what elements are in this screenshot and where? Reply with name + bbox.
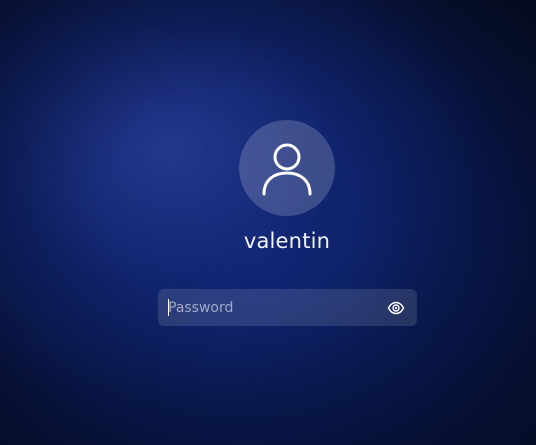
password-field-container[interactable] <box>158 289 417 326</box>
user-silhouette-icon <box>262 143 312 196</box>
username-label: valentin <box>243 229 331 253</box>
background-vignette <box>0 0 536 445</box>
eye-icon[interactable] <box>387 299 405 317</box>
password-input[interactable] <box>168 289 378 326</box>
avatar <box>239 120 335 216</box>
text-caret <box>168 299 169 316</box>
